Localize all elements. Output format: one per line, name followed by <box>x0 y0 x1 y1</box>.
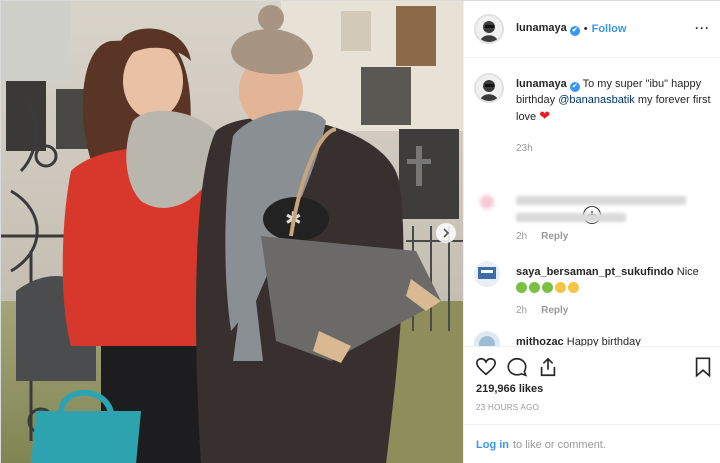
flower-emoji-icon <box>529 281 540 293</box>
avatar-image <box>476 16 502 42</box>
carousel-next-button[interactable] <box>436 223 456 243</box>
chevron-right-icon <box>443 228 450 238</box>
comment-avatar[interactable] <box>474 331 500 346</box>
caption-avatar[interactable] <box>474 73 504 103</box>
action-bar <box>464 346 720 386</box>
comment-body: Happy birthday <box>563 336 641 346</box>
caption-mention-link[interactable]: @bananasbatik <box>558 94 635 106</box>
instagram-post: ✱ lunamaya ✔ • Follow ··· lunamaya ✔ To … <box>0 0 720 463</box>
comment-username[interactable]: saya_bersaman_pt_sukufindo <box>516 266 674 278</box>
comments-list[interactable]: lunamaya ✔ To my super "ibu" happy birthd… <box>464 59 720 346</box>
comment-button[interactable] <box>506 356 528 378</box>
smiley-emoji-icon <box>555 281 566 293</box>
author-username-text[interactable]: lunamaya <box>516 22 567 34</box>
reply-button[interactable]: Reply <box>541 305 568 316</box>
comment-meta: 2h Reply <box>516 231 568 242</box>
post-timestamp[interactable]: 23 HOURS AGO <box>476 403 539 412</box>
comment-meta: 2h Reply <box>516 305 568 316</box>
save-button[interactable] <box>692 356 714 378</box>
login-footer: Log in to like or comment. <box>464 424 720 463</box>
verified-badge-icon: ✔ <box>569 26 580 36</box>
reply-button[interactable]: Reply <box>541 231 568 242</box>
likes-count[interactable]: 219,966 likes <box>476 383 543 395</box>
comment-username[interactable]: mithozac <box>516 336 564 346</box>
flower-emoji-icon <box>516 281 527 293</box>
comment-icon <box>507 357 528 377</box>
more-options-icon[interactable]: ··· <box>695 22 710 34</box>
post-side-panel: lunamaya ✔ • Follow ··· lunamaya ✔ To my s… <box>463 1 720 463</box>
login-link[interactable]: Log in <box>476 439 509 451</box>
post-header: lunamaya ✔ • Follow ··· <box>464 1 720 58</box>
author-username[interactable]: lunamaya ✔ <box>516 22 580 36</box>
comment-time[interactable]: 2h <box>516 231 527 242</box>
emoji-row <box>516 281 581 293</box>
blurred-text-line <box>516 195 686 205</box>
follow-button[interactable]: Follow <box>592 23 627 35</box>
caption-time[interactable]: 23h <box>516 143 533 154</box>
author-avatar[interactable] <box>474 14 504 44</box>
photo-illustration: ✱ <box>1 1 463 463</box>
separator-dot: • <box>583 23 588 35</box>
comment-text: saya_bersaman_pt_sukufindo Nice <box>516 265 712 295</box>
avatar-image <box>474 189 500 215</box>
comment-avatar[interactable] <box>474 261 500 287</box>
caption-text: lunamaya ✔ To my super "ibu" happy birthd… <box>516 76 712 125</box>
caption-username[interactable]: lunamaya <box>516 78 567 90</box>
share-icon <box>540 357 556 377</box>
post-photo[interactable]: ✱ <box>1 1 463 463</box>
bookmark-icon <box>695 357 711 378</box>
comment-text-blurred <box>516 193 712 223</box>
login-prompt-text: to like or comment. <box>513 438 606 451</box>
avatar-image <box>476 75 502 101</box>
like-button[interactable] <box>475 356 497 378</box>
smiley-emoji-icon <box>568 281 579 293</box>
verified-badge-icon: ✔ <box>569 82 580 92</box>
comment-body: Nice <box>673 266 699 278</box>
avatar-image <box>474 331 500 346</box>
flower-emoji-icon <box>542 281 553 293</box>
red-heart-emoji-icon: ❤ <box>539 108 551 123</box>
comment-avatar[interactable] <box>474 189 500 215</box>
heart-icon <box>476 357 496 376</box>
comment-time[interactable]: 2h <box>516 305 527 316</box>
blurred-text-line <box>516 212 626 222</box>
comment-text: mithozac Happy birthday <box>516 335 712 346</box>
share-button[interactable] <box>537 356 559 378</box>
avatar-image <box>474 261 500 287</box>
